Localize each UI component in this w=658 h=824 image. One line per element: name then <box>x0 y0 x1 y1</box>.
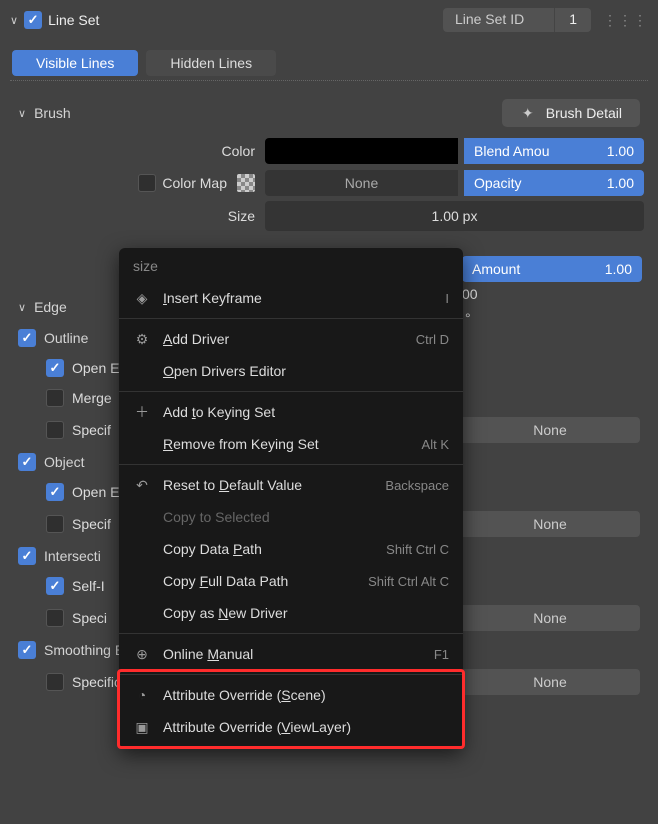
ctx-insert-keyframe[interactable]: ◈ Insert Keyframe I <box>119 282 463 314</box>
ctx-attr-override-viewlayer[interactable]: ▣ Attribute Override (ViewLayer) <box>119 711 463 743</box>
open-edge-checkbox-2[interactable] <box>46 483 64 501</box>
smoothing-checkbox[interactable] <box>18 641 36 659</box>
partial-value-00: 00 <box>462 286 478 302</box>
specific-checkbox-2[interactable] <box>46 515 64 533</box>
checker-icon <box>237 174 255 192</box>
tabs: Visible Lines Hidden Lines <box>12 50 646 76</box>
ctx-remove-keying-set[interactable]: Remove from Keying Set Alt K <box>119 428 463 460</box>
specific-checkbox-3[interactable] <box>46 609 64 627</box>
outline-checkbox[interactable] <box>18 329 36 347</box>
colormap-label: Color Map <box>14 174 259 192</box>
undo-icon: ↶ <box>133 476 151 494</box>
colormap-none-field[interactable]: None <box>265 170 458 196</box>
partial-degree: ° <box>465 310 471 326</box>
ctx-copy-new-driver[interactable]: Copy as New Driver <box>119 597 463 629</box>
specific-none-1[interactable]: None <box>460 417 640 443</box>
divider <box>10 80 648 81</box>
brush-detail-button[interactable]: ✦ Brush Detail <box>502 99 640 127</box>
self-checkbox[interactable] <box>46 577 64 595</box>
specific-none-4[interactable]: None <box>460 669 640 695</box>
specific-none-3[interactable]: None <box>460 605 640 631</box>
brush-label: Brush <box>34 105 71 121</box>
merge-checkbox[interactable] <box>46 389 64 407</box>
globe-icon: ⊕ <box>133 645 151 663</box>
keying-add-icon: ＋ <box>133 403 151 421</box>
open-edge-checkbox[interactable] <box>46 359 64 377</box>
ctx-online-manual[interactable]: ⊕ Online Manual F1 <box>119 638 463 670</box>
edge-chevron[interactable]: ∨ <box>18 301 26 314</box>
collapse-chevron[interactable]: ∨ <box>10 14 18 27</box>
ctx-copy-full-data-path[interactable]: Copy Full Data Path Shift Ctrl Alt C <box>119 565 463 597</box>
ctx-add-driver[interactable]: ⚙ Add Driver Ctrl D <box>119 323 463 355</box>
blend-amount-field[interactable]: Blend Amou 1.00 <box>464 138 644 164</box>
driver-icon: ⚙ <box>133 330 151 348</box>
ctx-reset-default[interactable]: ↶ Reset to Default Value Backspace <box>119 469 463 501</box>
ctx-separator <box>119 318 463 319</box>
ctx-separator <box>119 674 463 675</box>
drag-grip-icon[interactable]: ⋮⋮⋮ <box>603 12 648 29</box>
brush-chevron[interactable]: ∨ <box>18 107 26 120</box>
ctx-title: size <box>119 248 463 282</box>
viewlayer-icon: ▣ <box>133 718 151 736</box>
tab-visible-lines[interactable]: Visible Lines <box>12 50 138 76</box>
panel-title: Line Set <box>48 12 99 28</box>
scene-icon: ◔ <box>133 686 151 704</box>
lineset-enable-checkbox[interactable] <box>24 11 42 29</box>
specific-brush-checkbox[interactable] <box>46 673 64 691</box>
opacity-field[interactable]: Opacity 1.00 <box>464 170 644 196</box>
edge-label: Edge <box>34 299 67 315</box>
panel-header: ∨ Line Set Line Set ID 1 ⋮⋮⋮ <box>0 0 658 40</box>
size-label: Size <box>14 208 259 224</box>
ctx-attr-override-scene[interactable]: ◔ Attribute Override (Scene) <box>119 679 463 711</box>
ctx-open-drivers-editor[interactable]: Open Drivers Editor <box>119 355 463 387</box>
ctx-copy-data-path[interactable]: Copy Data Path Shift Ctrl C <box>119 533 463 565</box>
lineset-id-field[interactable]: Line Set ID 1 <box>443 8 591 32</box>
color-swatch[interactable] <box>265 138 458 164</box>
brush-properties: Color Blend Amou 1.00 Color Map None Opa… <box>0 135 658 249</box>
colormap-checkbox[interactable] <box>138 174 156 192</box>
brush-section-header: ∨ Brush ✦ Brush Detail <box>0 91 658 135</box>
ctx-separator <box>119 391 463 392</box>
object-checkbox[interactable] <box>18 453 36 471</box>
keyframe-icon: ◈ <box>133 289 151 307</box>
ctx-separator <box>119 464 463 465</box>
ctx-separator <box>119 633 463 634</box>
ctx-copy-selected: Copy to Selected <box>119 501 463 533</box>
specific-checkbox-1[interactable] <box>46 421 64 439</box>
context-menu: size ◈ Insert Keyframe I ⚙ Add Driver Ct… <box>119 248 463 749</box>
brush-detail-icon: ✦ <box>520 105 536 121</box>
size-slider[interactable]: 1.00 px <box>265 201 644 231</box>
specific-none-2[interactable]: None <box>460 511 640 537</box>
ctx-add-keying-set[interactable]: ＋ Add to Keying Set <box>119 396 463 428</box>
tab-hidden-lines[interactable]: Hidden Lines <box>146 50 276 76</box>
color-label: Color <box>14 143 259 159</box>
amount-field[interactable]: Amount 1.00 <box>462 256 642 282</box>
intersection-checkbox[interactable] <box>18 547 36 565</box>
